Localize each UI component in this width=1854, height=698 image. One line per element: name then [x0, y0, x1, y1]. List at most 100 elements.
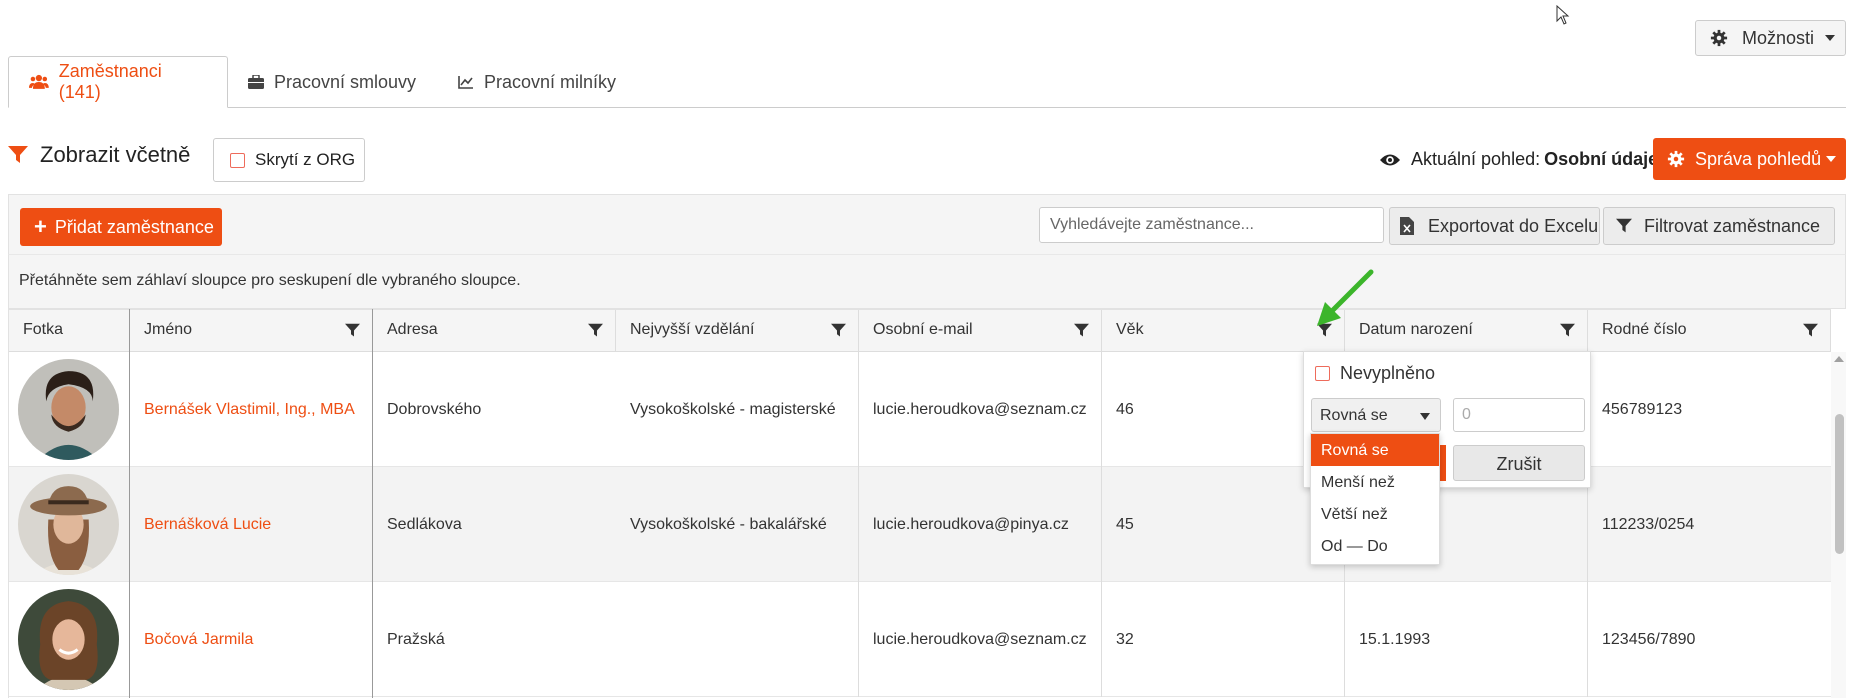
operator-dropdown-list: Rovná se Menší než Větší než Od — Do: [1310, 433, 1440, 565]
avatar: [18, 589, 119, 690]
column-header-photo[interactable]: Fotka: [9, 310, 130, 352]
birth-date-text: 15.1.1993: [1359, 630, 1431, 648]
operator-option-greater-than[interactable]: Větší než: [1311, 498, 1439, 530]
filter-employees-button[interactable]: Filtrovat zaměstnance: [1603, 207, 1835, 245]
education-text: Vysokoškolské - bakalářské: [630, 515, 827, 533]
column-divider: [372, 309, 373, 698]
filter-title: Zobrazit včetně: [8, 142, 190, 168]
column-label: Osobní e-mail: [873, 321, 973, 338]
caret-down-icon: [1826, 156, 1836, 162]
vertical-scrollbar[interactable]: [1831, 352, 1846, 698]
column-header-education[interactable]: Nejvyšší vzdělání: [616, 310, 859, 352]
birth-number-text: 456789123: [1602, 400, 1683, 418]
email-text: lucie.heroudkova@seznam.cz: [873, 630, 1087, 648]
operator-option-equals[interactable]: Rovná se: [1311, 434, 1439, 466]
grid-header: Fotka Jméno Adresa Nejvyšší vzdělání Oso…: [9, 309, 1831, 352]
address-text: Pražská: [387, 630, 445, 648]
tab-contracts[interactable]: Pracovní smlouvy: [228, 56, 438, 108]
photo-cell: [9, 467, 130, 582]
search-input[interactable]: [1039, 207, 1384, 243]
operator-option-range[interactable]: Od — Do: [1311, 530, 1439, 562]
cancel-button[interactable]: Zrušit: [1453, 445, 1585, 481]
employee-name-link[interactable]: Bernášková Lucie: [144, 516, 271, 534]
hidden-from-org-toggle[interactable]: Skrytí z ORG: [213, 138, 365, 182]
grid-toolbar: + Přidat zaměstnance Exportovat do Excel…: [8, 194, 1846, 254]
eye-icon: [1380, 154, 1400, 165]
empty-label: Nevyplněno: [1340, 363, 1436, 383]
address-cell: Dobrovského: [373, 352, 616, 467]
filter-icon: [1616, 218, 1632, 233]
tab-milestones[interactable]: Pracovní milníky: [438, 56, 636, 108]
name-cell[interactable]: Bočová Jarmila: [130, 582, 373, 697]
column-header-birth-date[interactable]: Datum narození: [1345, 310, 1588, 352]
name-cell[interactable]: Bernášek Vlastimil, Ing., MBA: [130, 352, 373, 467]
add-employee-label: Přidat zaměstnance: [54, 216, 214, 237]
employee-name-link[interactable]: Bernášek Vlastimil, Ing., MBA: [144, 401, 355, 419]
tab-label: Zaměstnanci (141): [58, 61, 162, 102]
birth-number-cell: 123456/7890: [1588, 582, 1831, 697]
manage-views-label: Správa pohledů: [1695, 148, 1822, 169]
column-header-name[interactable]: Jméno: [130, 310, 373, 352]
export-label: Exportovat do Excelu: [1428, 215, 1599, 236]
group-drop-zone[interactable]: Přetáhněte sem záhlaví sloupce pro sesku…: [8, 254, 1846, 309]
column-label: Adresa: [387, 321, 438, 338]
email-text: lucie.heroudkova@seznam.cz: [873, 400, 1087, 418]
mouse-cursor-icon: [1556, 5, 1570, 25]
column-filter-icon[interactable]: [1074, 323, 1089, 338]
checkbox[interactable]: [1315, 366, 1330, 381]
birth-number-text: 112233/0254: [1602, 515, 1695, 533]
photo-cell: [9, 582, 130, 697]
hidden-org-label: Skrytí z ORG: [255, 150, 356, 169]
column-label: Jméno: [144, 321, 193, 338]
employee-name-link[interactable]: Bočová Jarmila: [144, 631, 253, 649]
email-cell: lucie.heroudkova@seznam.cz: [859, 352, 1102, 467]
birth-number-cell: 112233/0254: [1588, 467, 1831, 582]
column-header-email[interactable]: Osobní e-mail: [859, 310, 1102, 352]
scrollbar-thumb[interactable]: [1835, 414, 1844, 554]
scroll-up-icon[interactable]: [1834, 356, 1844, 362]
address-text: Dobrovského: [387, 400, 482, 418]
operator-option-less-than[interactable]: Menší než: [1311, 466, 1439, 498]
export-excel-button[interactable]: Exportovat do Excelu: [1389, 207, 1600, 245]
options-label: Možnosti: [1742, 27, 1815, 48]
address-text: Sedlákova: [387, 515, 462, 533]
add-employee-button[interactable]: + Přidat zaměstnance: [20, 208, 222, 246]
filter-value-input[interactable]: [1453, 398, 1585, 432]
column-label: Rodné číslo: [1602, 321, 1687, 338]
age-cell: 32: [1102, 582, 1345, 697]
education-cell: Vysokoškolské - magisterské: [616, 352, 859, 467]
operator-select[interactable]: Rovná se: [1311, 398, 1441, 432]
address-cell: Sedlákova: [373, 467, 616, 582]
table-row[interactable]: Bočová Jarmila Pražská lucie.heroudkova@…: [9, 582, 1831, 697]
column-header-address[interactable]: Adresa: [373, 310, 616, 352]
gear-icon: [1667, 150, 1685, 168]
education-text: Vysokoškolské - magisterské: [630, 400, 836, 418]
manage-views-button[interactable]: Správa pohledů: [1653, 138, 1846, 180]
users-icon: [29, 74, 49, 89]
tab-employees[interactable]: Zaměstnanci (141): [8, 56, 228, 108]
caret-down-icon: [1825, 35, 1835, 41]
empty-filter-option[interactable]: Nevyplněno: [1315, 363, 1435, 384]
name-cell[interactable]: Bernášková Lucie: [130, 467, 373, 582]
age-text: 45: [1116, 515, 1134, 533]
column-filter-icon[interactable]: [831, 323, 846, 338]
column-header-birth-number[interactable]: Rodné číslo: [1588, 310, 1831, 352]
options-button[interactable]: Možnosti: [1695, 20, 1846, 56]
column-header-age[interactable]: Věk: [1102, 310, 1345, 352]
current-view-label: Aktuální pohled:: [1411, 149, 1541, 169]
column-filter-icon[interactable]: [588, 323, 603, 338]
email-cell: lucie.heroudkova@seznam.cz: [859, 582, 1102, 697]
group-hint-text: Přetáhněte sem záhlaví sloupce pro sesku…: [19, 272, 521, 289]
caret-down-icon: [1420, 413, 1430, 420]
checkbox[interactable]: [230, 152, 245, 168]
operator-value: Rovná se: [1320, 407, 1388, 424]
column-filter-icon[interactable]: [1560, 323, 1575, 338]
age-text: 32: [1116, 630, 1134, 648]
column-filter-icon[interactable]: [345, 323, 360, 338]
address-cell: Pražská: [373, 582, 616, 697]
column-filter-icon[interactable]: [1803, 323, 1818, 338]
column-label: Věk: [1116, 321, 1144, 338]
avatar: [18, 474, 119, 575]
excel-file-icon: [1400, 217, 1414, 235]
annotation-arrow-icon: [1317, 269, 1374, 326]
